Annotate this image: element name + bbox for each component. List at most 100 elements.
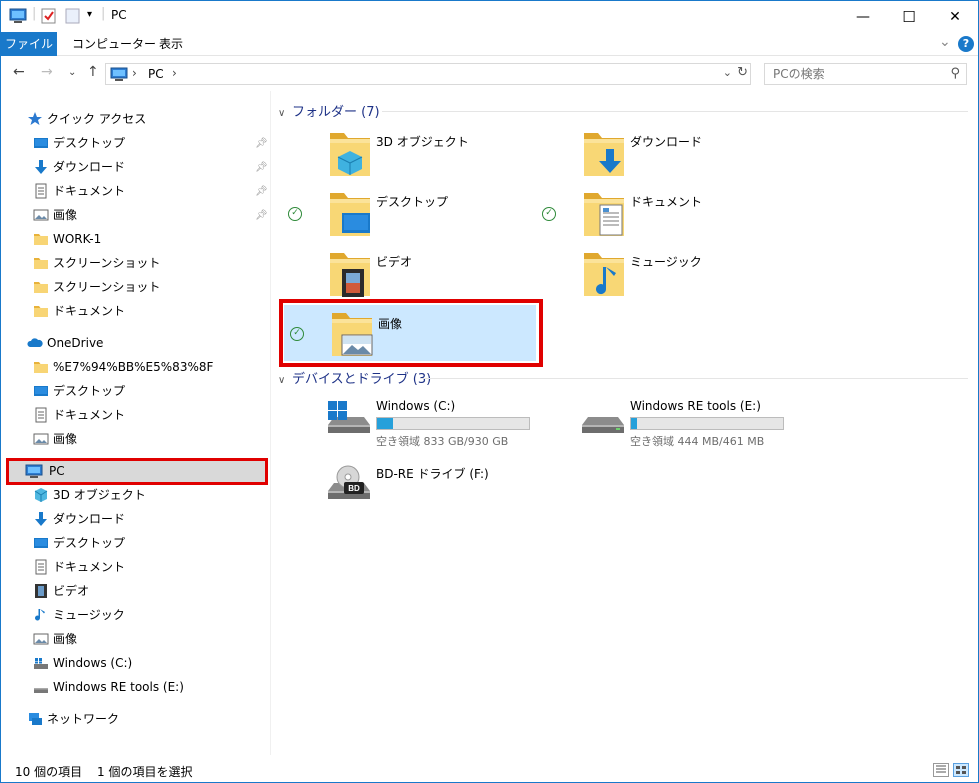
pc-icon — [25, 464, 43, 478]
document-icon — [35, 559, 47, 575]
refresh-icon[interactable]: ↻ — [737, 65, 748, 80]
drive-usage-fill — [377, 418, 393, 429]
nav-label: 画像 — [53, 432, 78, 446]
customize-toolbar-dropdown[interactable]: ▾ — [87, 9, 92, 27]
picture-icon — [33, 209, 49, 221]
folder-icon — [34, 282, 48, 293]
folder-videos[interactable]: ビデオ — [272, 247, 526, 307]
item-count: 10 個の項目 — [15, 765, 83, 779]
nav-label: ミュージック — [53, 608, 125, 622]
highlight-box — [279, 299, 543, 367]
drive-name: BD-RE ドライブ (F:) — [376, 467, 489, 481]
film-icon — [35, 584, 47, 598]
nav-label: 画像 — [53, 208, 78, 222]
maximize-button[interactable]: ☐ — [886, 1, 932, 32]
drive-usage-bar — [376, 417, 530, 430]
large-icons-view-icon[interactable] — [953, 763, 969, 777]
folders-group-header[interactable]: ∨ フォルダー (7) — [278, 101, 968, 121]
drive-bd-re[interactable]: BD BD-RE ドライブ (F:) — [272, 461, 526, 517]
drive-windows-re-tools[interactable]: Windows RE tools (E:) 空き領域 444 MB/461 MB — [526, 395, 784, 451]
selection-count: 1 個の項目を選択 — [97, 765, 193, 779]
folder-documents[interactable]: ✓ ドキュメント — [526, 187, 780, 247]
forward-arrow-icon[interactable]: → — [41, 64, 53, 80]
sync-check-icon: ✓ — [288, 207, 302, 221]
nav-label: %E7%94%BB%E5%83%8F — [53, 360, 214, 374]
address-bar[interactable]: › PC › ⌄ ↻ — [105, 63, 751, 85]
new-folder-icon[interactable] — [65, 7, 81, 25]
sync-check-icon: ✓ — [542, 207, 556, 221]
drive-windows-c[interactable]: Windows (C:) 空き領域 833 GB/930 GB — [272, 395, 530, 451]
recent-locations-icon[interactable]: ⌄ — [68, 67, 76, 78]
navigation-bar: ← → ⌄ ↑ › PC › ⌄ ↻ ⚲ — [1, 57, 978, 91]
nav-label: クイック アクセス — [47, 112, 147, 126]
nav-label: デスクトップ — [53, 136, 126, 150]
nav-label: ドキュメント — [53, 560, 126, 574]
nav-label: スクリーンショット — [53, 280, 161, 294]
folder-downloads[interactable]: ダウンロード — [526, 127, 780, 187]
drive-usage-fill — [631, 418, 637, 429]
pin-icon[interactable]: 📌︎ — [255, 138, 268, 149]
tab-file[interactable]: ファイル — [1, 32, 57, 56]
drive-usage-bar — [630, 417, 784, 430]
folder-name: ダウンロード — [630, 135, 703, 149]
folder-name: デスクトップ — [376, 195, 449, 209]
search-input[interactable] — [765, 64, 935, 84]
document-icon — [35, 183, 47, 199]
drive-free-space: 空き領域 444 MB/461 MB — [630, 435, 765, 448]
nav-label: ビデオ — [53, 584, 90, 598]
document-icon — [35, 407, 47, 423]
nav-label: ネットワーク — [47, 712, 120, 726]
nav-label: Windows RE tools (E:) — [53, 680, 184, 694]
nav-label: 3D オブジェクト — [53, 488, 146, 502]
star-icon — [28, 112, 42, 125]
nav-label: ドキュメント — [53, 408, 126, 422]
pin-icon[interactable]: 📌︎ — [255, 186, 268, 197]
pin-icon[interactable]: 📌︎ — [255, 210, 268, 221]
breadcrumb-pc[interactable]: PC — [148, 67, 164, 81]
minimize-button[interactable]: — — [840, 1, 886, 32]
folder-3d-objects[interactable]: 3D オブジェクト — [272, 127, 526, 187]
music-note-icon — [35, 609, 45, 621]
nav-label: WORK-1 — [53, 232, 102, 246]
drives-group-header[interactable]: ∨ デバイスとドライブ (3) — [278, 368, 968, 388]
breadcrumb-chevron-icon[interactable]: › — [172, 66, 177, 80]
search-icon[interactable]: ⚲ — [950, 66, 960, 81]
optical-drive-icon: BD — [328, 465, 370, 499]
chevron-down-icon: ∨ — [278, 108, 286, 119]
help-icon[interactable]: ? — [958, 36, 974, 52]
desktop-icon — [34, 386, 48, 396]
content-pane: ∨ フォルダー (7) 3D オブジェクト ダウンロード ✓ デスクトップ ✓ ド… — [272, 91, 978, 755]
folder-desktop[interactable]: ✓ デスクトップ — [272, 187, 526, 247]
expand-ribbon-icon[interactable]: ⌄ — [939, 34, 951, 50]
drive-name: Windows RE tools (E:) — [630, 399, 761, 413]
up-arrow-icon[interactable]: ↑ — [87, 64, 99, 80]
close-button[interactable]: ✕ — [932, 1, 978, 32]
download-icon — [35, 512, 47, 526]
drive-free-space: 空き領域 833 GB/930 GB — [376, 435, 509, 448]
folder-desktop-icon — [330, 193, 370, 236]
separator: | — [32, 6, 37, 21]
divider — [382, 111, 968, 112]
title-bar: | ▾ | PC — ☐ ✕ — [1, 1, 978, 32]
explorer-window: | ▾ | PC — ☐ ✕ ファイル コンピューター 表示 ⌄ ? ← → ⌄… — [0, 0, 979, 783]
properties-icon[interactable] — [41, 7, 57, 25]
folder-music[interactable]: ミュージック — [526, 247, 780, 307]
nav-label: ダウンロード — [53, 512, 126, 526]
download-icon — [35, 160, 47, 174]
search-box[interactable]: ⚲ — [764, 63, 967, 85]
back-arrow-icon[interactable]: ← — [13, 64, 25, 80]
nav-pc-selected[interactable]: PC — [6, 458, 268, 485]
breadcrumb-chevron-icon[interactable]: › — [132, 66, 137, 80]
folder-film-icon — [330, 253, 370, 297]
tab-view[interactable]: 表示 — [149, 32, 193, 56]
nav-label: ドキュメント — [53, 184, 126, 198]
status-bar: 10 個の項目 1 個の項目を選択 — [1, 757, 978, 782]
folder-music-icon — [584, 253, 624, 296]
nav-label: スクリーンショット — [53, 256, 161, 270]
drive-icon — [34, 658, 48, 669]
pin-icon[interactable]: 📌︎ — [255, 162, 268, 173]
nav-label: ドキュメント — [53, 304, 126, 318]
address-dropdown-icon[interactable]: ⌄ — [723, 66, 732, 79]
details-view-icon[interactable] — [933, 763, 949, 777]
divider — [420, 378, 968, 379]
